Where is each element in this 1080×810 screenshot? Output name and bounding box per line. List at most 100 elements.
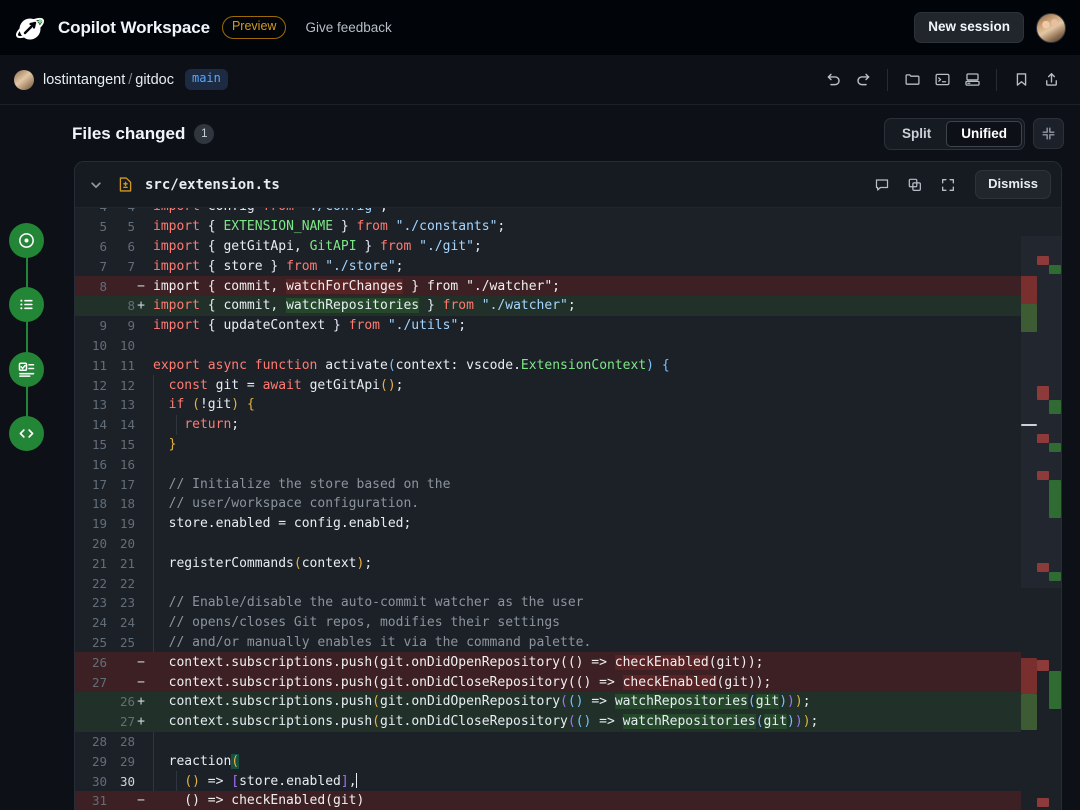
bookmark-icon[interactable] [1006, 65, 1036, 95]
line-number-new: 30 [107, 774, 135, 789]
repo-bar: lostintangent/gitdoc main [0, 55, 1080, 105]
diff-line[interactable]: 44import config from "./config"; [75, 208, 1061, 217]
header-actions: New session [914, 12, 1066, 43]
folder-icon[interactable] [897, 65, 927, 95]
code-token: git [756, 694, 779, 709]
overview-ruler[interactable] [1021, 208, 1061, 810]
workflow-rail [0, 105, 56, 810]
diff-line[interactable]: 2222 [75, 573, 1061, 593]
give-feedback-link[interactable]: Give feedback [305, 20, 391, 35]
main-pane: Files changed 1 Split Unified [56, 105, 1080, 810]
ruler-mark [1021, 276, 1037, 304]
code-token: } [333, 219, 356, 234]
diff-line[interactable]: 2525 // and/or manually enables it via t… [75, 633, 1061, 653]
code-token: watchForChanges [286, 279, 403, 294]
code-text: import { store } from "./store"; [147, 259, 404, 274]
line-number-old: 26 [75, 655, 107, 670]
diff-line[interactable]: 3030 () => [store.enabled], [75, 771, 1061, 791]
code-token: ! [200, 397, 208, 412]
diff-file-name[interactable]: src/extension.ts [145, 177, 280, 193]
code-text: import { EXTENSION_NAME } from "./consta… [147, 219, 505, 234]
diff-line[interactable]: 8+import { commit, watchRepositories } f… [75, 296, 1061, 316]
diff-line[interactable]: 2020 [75, 534, 1061, 554]
code-token: watchRepositories [623, 714, 756, 729]
view-mode-unified[interactable]: Unified [946, 121, 1022, 147]
diff-line[interactable]: 2828 [75, 732, 1061, 752]
rail-step-task[interactable] [9, 223, 44, 258]
line-number-new: 8 [107, 298, 135, 313]
diff-line[interactable]: 55import { EXTENSION_NAME } from "./cons… [75, 217, 1061, 237]
copy-icon[interactable] [900, 170, 930, 200]
diff-line[interactable]: 2424 // opens/closes Git repos, modifies… [75, 613, 1061, 633]
diff-line[interactable]: 1313 if (!git) { [75, 395, 1061, 415]
diff-line[interactable]: 1111export async function activate(conte… [75, 355, 1061, 375]
diff-line[interactable]: 2929 reaction( [75, 751, 1061, 771]
line-number-old: 17 [75, 477, 107, 492]
diff-line[interactable]: 2121 registerCommands(context); [75, 553, 1061, 573]
rail-step-implementation[interactable] [9, 416, 44, 451]
comment-icon[interactable] [867, 170, 897, 200]
code-token: import [153, 318, 200, 333]
diff-line[interactable]: 27− context.subscriptions.push(git.onDid… [75, 672, 1061, 692]
chevron-down-icon[interactable] [87, 178, 105, 192]
line-number-old: 13 [75, 397, 107, 412]
code-text: // opens/closes Git repos, modifies thei… [147, 615, 560, 630]
code-token: { [247, 397, 255, 412]
code-text: import config from "./config"; [147, 208, 388, 214]
diff-line[interactable]: 1010 [75, 336, 1061, 356]
code-token: return [184, 417, 231, 432]
code-text: // user/workspace configuration. [147, 496, 419, 511]
diff-card: src/extension.ts [74, 161, 1062, 810]
line-number-old: 5 [75, 219, 107, 234]
diff-line[interactable]: 1515 } [75, 435, 1061, 455]
line-number-new: 18 [107, 496, 135, 511]
diff-line[interactable]: 26+ context.subscriptions.push(git.onDid… [75, 692, 1061, 712]
diff-line[interactable]: 1414 return; [75, 415, 1061, 435]
diff-line[interactable]: 1616 [75, 454, 1061, 474]
diff-code-viewer[interactable]: 44import config from "./config";55import… [75, 208, 1061, 810]
branch-badge[interactable]: main [185, 69, 228, 89]
expand-icon[interactable] [933, 170, 963, 200]
diff-line[interactable]: 99import { updateContext } from "./utils… [75, 316, 1061, 336]
code-token: // Initialize the store based on the [169, 477, 451, 492]
codespace-icon[interactable] [957, 65, 987, 95]
share-icon[interactable] [1036, 65, 1066, 95]
dismiss-button[interactable]: Dismiss [975, 170, 1051, 198]
code-text: export async function activate(context: … [147, 358, 670, 373]
new-session-button[interactable]: New session [914, 12, 1024, 43]
diff-line[interactable]: 77import { store } from "./store"; [75, 256, 1061, 276]
code-text: } [147, 437, 176, 452]
diff-line[interactable]: 66import { getGitApi, GitAPI } from "./g… [75, 237, 1061, 257]
code-token: { [662, 358, 670, 373]
breadcrumb-owner[interactable]: lostintangent [43, 72, 125, 88]
diff-line[interactable]: 8−import { commit, watchForChanges } fro… [75, 276, 1061, 296]
diff-line[interactable]: 1919 store.enabled = config.enabled; [75, 514, 1061, 534]
undo-icon[interactable] [818, 65, 848, 95]
code-text: const git = await getGitApi(); [147, 378, 404, 393]
diff-line[interactable]: 27+ context.subscriptions.push(git.onDid… [75, 712, 1061, 732]
rail-step-plan[interactable] [9, 352, 44, 387]
line-number-old: 6 [75, 239, 107, 254]
code-token: import [153, 219, 200, 234]
view-mode-split[interactable]: Split [887, 121, 946, 147]
terminal-icon[interactable] [927, 65, 957, 95]
diff-line[interactable]: 2323 // Enable/disable the auto-commit w… [75, 593, 1061, 613]
code-token [153, 417, 184, 432]
diff-rows: 44import config from "./config";55import… [75, 208, 1061, 810]
redo-icon[interactable] [848, 65, 878, 95]
avatar[interactable] [1036, 13, 1066, 43]
rail-step-spec[interactable] [9, 287, 44, 322]
diff-line[interactable]: 1717 // Initialize the store based on th… [75, 474, 1061, 494]
breadcrumb-repo[interactable]: gitdoc [135, 72, 174, 88]
ruler-mark [1049, 400, 1061, 414]
code-token: { [200, 219, 223, 234]
collapse-icon[interactable] [1033, 118, 1064, 149]
diff-line[interactable]: 1212 const git = await getGitApi(); [75, 375, 1061, 395]
diff-line[interactable]: 1818 // user/workspace configuration. [75, 494, 1061, 514]
indent-guide [153, 573, 154, 593]
indent-guide [153, 553, 154, 573]
diff-line[interactable]: 26− context.subscriptions.push(git.onDid… [75, 652, 1061, 672]
diff-line[interactable]: 31− () => checkEnabled(git) [75, 791, 1061, 810]
code-text: reaction( [147, 754, 239, 769]
code-token: EXTENSION_NAME [223, 219, 333, 234]
